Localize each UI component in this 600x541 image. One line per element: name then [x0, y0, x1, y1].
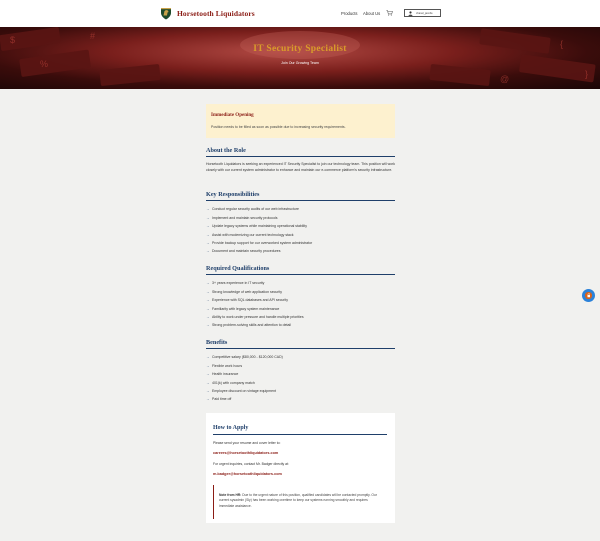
- nav-about-us[interactable]: About Us: [363, 11, 380, 16]
- list-item-text: Implement and maintain security protocol…: [212, 215, 278, 220]
- list-item: → Experience with SQL databases and API s…: [206, 296, 395, 304]
- list-item-text: Competitive salary ($80,000 - $120,000 C…: [212, 355, 283, 360]
- how-to-apply-card: How to Apply Please send your resume and…: [206, 413, 395, 523]
- list-item: → 3+ years experience in IT security: [206, 279, 395, 287]
- responsibilities-title: Key Responsibilities: [206, 191, 260, 198]
- list-item-text: Strong knowledge of web application secu…: [212, 289, 283, 294]
- list-item-text: 401(k) with company match: [212, 380, 255, 385]
- apply-instructions: Please send your resume and cover letter…: [213, 441, 281, 445]
- hero-title: IT Security Specialist: [253, 44, 347, 54]
- hero-subtitle: Join Our Growing Team: [281, 61, 319, 65]
- list-item-text: Conduct regular security audits of our w…: [212, 207, 299, 212]
- list-item-text: Familiarity with legacy system maintenan…: [212, 306, 280, 311]
- list-item: → Familiarity with legacy system maintena…: [206, 304, 395, 312]
- about-text: Horsetooth Liquidators is seeking an exp…: [206, 162, 395, 173]
- immediate-opening-card: Immediate Opening Position needs to be f…: [206, 104, 395, 138]
- list-item: → Paid time off: [206, 395, 395, 403]
- qualifications-list: → 3+ years experience in IT security → Str…: [206, 279, 395, 330]
- list-item: → 401(k) with company match: [206, 378, 395, 386]
- list-item: → Flexible work hours: [206, 361, 395, 369]
- list-item: → Employee discount on vintage equipment: [206, 387, 395, 395]
- hr-note-body: Due to the urgent nature of this positio…: [219, 493, 377, 508]
- keyboard-background-image: $% #{ }@: [0, 27, 596, 86]
- list-item-text: Experience with SQL databases and API se…: [212, 298, 288, 303]
- svg-text:}: }: [585, 69, 588, 79]
- apply-divider: [213, 434, 387, 435]
- fab-inner-circle: [585, 292, 592, 299]
- hr-note-label: Note from HR:: [219, 493, 242, 497]
- list-item: → Strong knowledge of web application sec…: [206, 287, 395, 295]
- about-divider: [206, 156, 395, 157]
- list-item-text: Assist with modernizing our current tech…: [212, 232, 294, 237]
- list-item: → Health insurance: [206, 370, 395, 378]
- opening-title: Immediate Opening: [211, 113, 254, 118]
- hr-note-text: Note from HR: Due to the urgent nature o…: [219, 493, 383, 509]
- benefits-divider: [206, 348, 395, 349]
- nav-products[interactable]: Products: [341, 11, 358, 16]
- list-item: → Document and maintain security procedur…: [206, 247, 395, 255]
- hero-banner: $% #{ } @ IT Security Specialist Join Our…: [0, 27, 600, 89]
- list-item-text: Health insurance: [212, 372, 239, 377]
- list-item: → Strong problem-solving skills and atten…: [206, 321, 395, 329]
- hr-note: Note from HR: Due to the urgent nature o…: [213, 485, 387, 519]
- svg-text:@: @: [500, 74, 509, 84]
- badger-email-link[interactable]: m.badger@horsetoothliquidators.com: [213, 472, 282, 476]
- user-account-button[interactable]: chanel_jacobs: [404, 9, 441, 17]
- list-item: → Assist with modernizing our current tec…: [206, 230, 395, 238]
- list-item: → Conduct regular security audits of our …: [206, 205, 395, 213]
- responsibilities-divider: [206, 200, 395, 201]
- svg-text:#: #: [90, 31, 95, 41]
- floating-action-button[interactable]: [582, 289, 595, 302]
- cart-icon[interactable]: [386, 10, 393, 16]
- list-item-text: Paid time off: [212, 397, 232, 402]
- list-item: → Update legacy systems while maintaining…: [206, 222, 395, 230]
- opening-text: Position needs to be filled as soon as p…: [211, 125, 346, 129]
- list-item-text: Ability to work under pressure and handl…: [212, 314, 304, 319]
- list-item: → Competitive salary ($80,000 - $120,000 …: [206, 353, 395, 361]
- qualifications-title: Required Qualifications: [206, 265, 270, 272]
- brand-name[interactable]: Horsetooth Liquidators: [177, 9, 255, 18]
- user-icon: [408, 11, 413, 17]
- responsibilities-list: → Conduct regular security audits of our …: [206, 205, 395, 256]
- list-item: → Implement and maintain security protoco…: [206, 213, 395, 221]
- urgent-inquiries-text: For urgent inquiries, contact Mr. Badger…: [213, 462, 289, 466]
- list-item-text: Provide backup support for our overworke…: [212, 240, 313, 245]
- horse-logo-icon[interactable]: [159, 6, 173, 20]
- list-item: → Ability to work under pressure and hand…: [206, 313, 395, 321]
- benefits-title: Benefits: [206, 339, 228, 346]
- list-item-text: Update legacy systems while maintaining …: [212, 224, 307, 229]
- list-item-text: Document and maintain security procedure…: [212, 249, 281, 254]
- list-item-text: 3+ years experience in IT security: [212, 281, 265, 286]
- lock-icon: [587, 293, 590, 298]
- list-item: → Provide backup support for our overwork…: [206, 239, 395, 247]
- list-item-text: Employee discount on vintage equipment: [212, 388, 277, 393]
- user-name: chanel_jacobs: [416, 12, 433, 16]
- apply-title: How to Apply: [213, 425, 249, 431]
- list-item-text: Flexible work hours: [212, 363, 243, 368]
- about-title: About the Role: [206, 147, 246, 154]
- qualifications-divider: [206, 274, 395, 275]
- list-item-text: Strong problem-solving skills and attent…: [212, 323, 291, 328]
- benefits-list: → Competitive salary ($80,000 - $120,000 …: [206, 353, 395, 404]
- site-header: Horsetooth Liquidators Products About Us…: [0, 0, 600, 27]
- careers-email-link[interactable]: careers@horsetoothliquidators.com: [213, 451, 278, 455]
